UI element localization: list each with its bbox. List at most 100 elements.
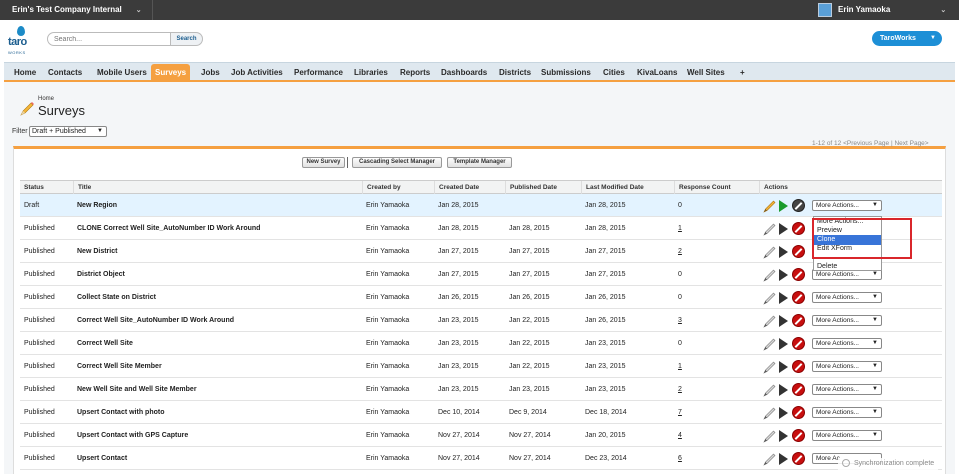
chevron-down-icon: ▼ xyxy=(872,363,878,369)
cell-title: Upsert Contact with GPS Capture xyxy=(77,432,189,439)
tab-mobile-users[interactable]: Mobile Users xyxy=(93,64,151,81)
cell-modified: Jan 23, 2015 xyxy=(585,340,626,347)
edit-pencil-icon[interactable] xyxy=(763,452,777,466)
cascading-select-manager-button[interactable]: Cascading Select Manager xyxy=(352,157,442,168)
edit-pencil-icon[interactable] xyxy=(763,222,777,236)
cell-modified: Dec 18, 2014 xyxy=(585,409,627,416)
edit-pencil-icon[interactable] xyxy=(763,199,777,213)
more-actions-select[interactable]: More Actions... ▼ xyxy=(812,338,882,349)
tab-kivaloans[interactable]: KivaLoans xyxy=(633,64,681,81)
edit-pencil-icon[interactable] xyxy=(763,429,777,443)
cell-count[interactable]: 1 xyxy=(674,217,682,240)
cell-title: Correct Well Site xyxy=(77,340,133,347)
cell-count[interactable]: 1 xyxy=(674,355,682,378)
edit-pencil-icon[interactable] xyxy=(763,245,777,259)
tab-cities[interactable]: Cities xyxy=(599,64,629,81)
deactivate-stop-icon[interactable] xyxy=(792,222,805,235)
col-created-by[interactable]: Created by xyxy=(362,181,401,194)
edit-pencil-icon[interactable] xyxy=(763,291,777,305)
deactivate-stop-icon[interactable] xyxy=(792,406,805,419)
more-actions-select[interactable]: More Actions... ▼ xyxy=(812,361,882,372)
more-actions-select[interactable]: More Actions... ▼ xyxy=(812,200,882,211)
publish-play-icon[interactable] xyxy=(779,453,788,465)
deactivate-stop-icon[interactable] xyxy=(792,291,805,304)
edit-pencil-icon[interactable] xyxy=(763,383,777,397)
deactivate-stop-icon[interactable] xyxy=(792,245,805,258)
more-actions-select[interactable]: More Actions... ▼ xyxy=(812,407,882,418)
tab-reports[interactable]: Reports xyxy=(396,64,434,81)
publish-play-icon[interactable] xyxy=(779,407,788,419)
tab-jobs[interactable]: Jobs xyxy=(197,64,224,81)
col-title[interactable]: Title xyxy=(73,181,91,194)
more-actions-select[interactable]: More Actions... ▼ xyxy=(812,315,882,326)
tab-performance[interactable]: Performance xyxy=(290,64,347,81)
dropdown-option[interactable]: Delete xyxy=(814,262,881,272)
deactivate-stop-icon[interactable] xyxy=(792,360,805,373)
user-menu[interactable]: Erin Yamaoka ⌄ xyxy=(818,0,946,20)
cell-count[interactable]: 4 xyxy=(674,424,682,447)
cell-count[interactable]: 2 xyxy=(674,240,682,263)
col-response-count[interactable]: Response Count xyxy=(674,181,731,194)
tab-job-activities[interactable]: Job Activities xyxy=(227,64,287,81)
publish-play-icon[interactable] xyxy=(779,338,788,350)
publish-play-icon[interactable] xyxy=(779,269,788,281)
new-survey-button[interactable]: New Survey xyxy=(302,157,345,168)
more-actions-select[interactable]: More Actions... ▼ xyxy=(812,430,882,441)
publish-play-icon[interactable] xyxy=(779,315,788,327)
deactivate-stop-icon[interactable] xyxy=(792,199,805,212)
cell-count[interactable]: 6 xyxy=(674,447,682,470)
chevron-down-icon: ▼ xyxy=(872,409,878,415)
filter-select[interactable]: Draft + Published ▼ xyxy=(29,126,107,137)
publish-play-icon[interactable] xyxy=(779,361,788,373)
org-switcher[interactable]: Erin's Test Company Internal ⌄ xyxy=(12,0,153,20)
publish-play-icon[interactable] xyxy=(779,292,788,304)
search-input[interactable] xyxy=(47,32,171,46)
app-switcher-button[interactable]: TaroWorks ▼ xyxy=(872,31,942,46)
publish-play-icon[interactable] xyxy=(779,246,788,258)
tab-home[interactable]: Home xyxy=(10,64,40,81)
col-created-date[interactable]: Created Date xyxy=(434,181,479,194)
cell-status: Published xyxy=(24,363,55,370)
col-published-date[interactable]: Published Date xyxy=(505,181,557,194)
deactivate-stop-icon[interactable] xyxy=(792,383,805,396)
tab-add[interactable]: + xyxy=(736,64,749,81)
pagination[interactable]: 1-12 of 12 <Previous Page | Next Page> xyxy=(812,140,929,147)
col-status[interactable]: Status xyxy=(20,181,44,194)
breadcrumb[interactable]: Home xyxy=(38,96,54,102)
tab-contacts[interactable]: Contacts xyxy=(44,64,86,81)
edit-pencil-icon[interactable] xyxy=(763,268,777,282)
publish-play-icon[interactable] xyxy=(779,223,788,235)
search-button[interactable]: Search xyxy=(171,32,203,46)
edit-pencil-icon[interactable] xyxy=(763,337,777,351)
tab-submissions[interactable]: Submissions xyxy=(537,64,595,81)
deactivate-stop-icon[interactable] xyxy=(792,429,805,442)
cell-count[interactable]: 7 xyxy=(674,401,682,424)
logo-drop-icon xyxy=(17,26,25,36)
deactivate-stop-icon[interactable] xyxy=(792,337,805,350)
more-actions-select[interactable]: More Actions... ▼ xyxy=(812,292,882,303)
deactivate-stop-icon[interactable] xyxy=(792,314,805,327)
tab-surveys[interactable]: Surveys xyxy=(151,64,191,81)
edit-pencil-icon[interactable] xyxy=(763,360,777,374)
deactivate-stop-icon[interactable] xyxy=(792,452,805,465)
publish-play-icon[interactable] xyxy=(779,200,788,212)
tab-districts[interactable]: Districts xyxy=(495,64,535,81)
row-action-icons xyxy=(763,382,809,397)
cell-count[interactable]: 3 xyxy=(674,309,682,332)
tab-well-sites[interactable]: Well Sites xyxy=(683,64,729,81)
col-last-modified[interactable]: Last Modified Date xyxy=(581,181,644,194)
publish-play-icon[interactable] xyxy=(779,384,788,396)
taroworks-logo[interactable]: taro WORKS xyxy=(8,26,34,56)
cell-count[interactable]: 2 xyxy=(674,378,682,401)
tab-dashboards[interactable]: Dashboards xyxy=(437,64,491,81)
more-actions-select[interactable]: More Actions... ▼ xyxy=(812,384,882,395)
publish-play-icon[interactable] xyxy=(779,430,788,442)
cell-created-by: Erin Yamaoka xyxy=(366,386,410,393)
cell-created-by: Erin Yamaoka xyxy=(366,202,410,209)
edit-pencil-icon[interactable] xyxy=(763,406,777,420)
deactivate-stop-icon[interactable] xyxy=(792,268,805,281)
tab-libraries[interactable]: Libraries xyxy=(350,64,392,81)
edit-pencil-icon[interactable] xyxy=(763,314,777,328)
template-manager-button[interactable]: Template Manager xyxy=(447,157,512,168)
more-actions-label: More Ac xyxy=(816,455,840,462)
